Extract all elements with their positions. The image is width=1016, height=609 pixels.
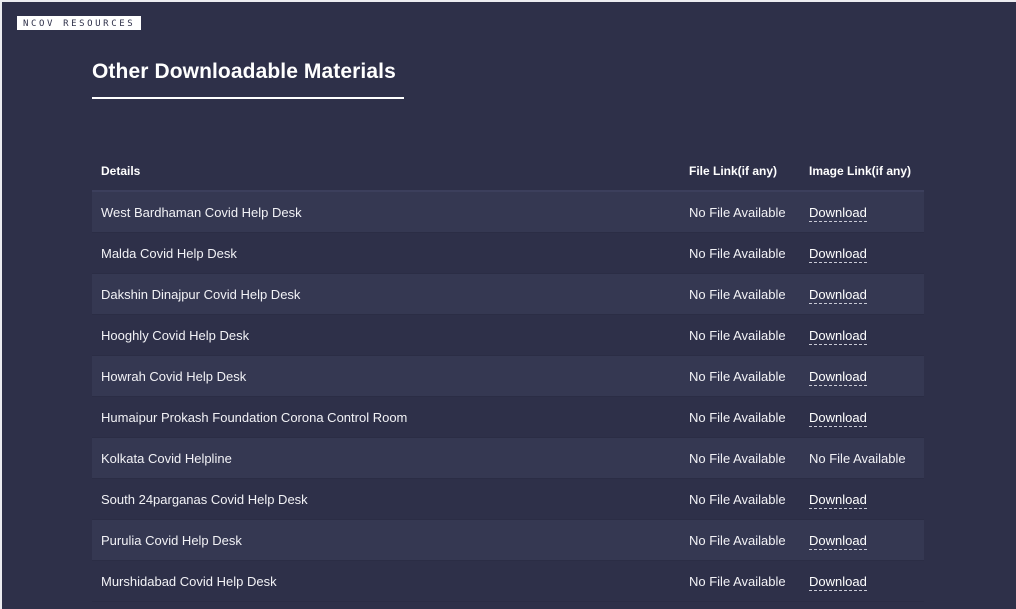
materials-table-container: Details File Link(if any) Image Link(if … [92, 152, 924, 602]
cell-details: Hooghly Covid Help Desk [92, 314, 680, 356]
cell-details: Dakshin Dinajpur Covid Help Desk [92, 273, 680, 315]
site-logo-label: NCOV RESOURCES [23, 19, 136, 29]
materials-table: Details File Link(if any) Image Link(if … [92, 152, 924, 602]
column-header-image-link: Image Link(if any) [800, 152, 924, 192]
cell-image-link: Download [800, 560, 924, 602]
table-row: Howrah Covid Help Desk No File Available D… [92, 355, 924, 397]
cell-image-link: Download [800, 355, 924, 397]
cell-details: Kolkata Covid Helpline [92, 437, 680, 479]
table-row: Malda Covid Help Desk No File Available Do… [92, 232, 924, 274]
download-link[interactable]: Download [809, 245, 867, 263]
cell-image-link: No File Available [800, 437, 924, 479]
table-header-row: Details File Link(if any) Image Link(if … [92, 152, 924, 192]
download-link[interactable]: Download [809, 409, 867, 427]
cell-file-link: No File Available [680, 519, 800, 561]
cell-details: Purulia Covid Help Desk [92, 519, 680, 561]
table-row: Kolkata Covid Helpline No File Available N… [92, 437, 924, 479]
title-underline [92, 97, 404, 99]
table-row: Humaipur Prokash Foundation Corona Contr… [92, 396, 924, 438]
table-row: West Bardhaman Covid Help Desk No File Av… [92, 191, 924, 233]
page-frame: NCOV RESOURCES Other Downloadable Materi… [0, 0, 1016, 609]
section-title: Other Downloadable Materials [92, 60, 396, 83]
download-link[interactable]: Download [809, 491, 867, 509]
cell-details: Malda Covid Help Desk [92, 232, 680, 274]
table-row: Purulia Covid Help Desk No File Available… [92, 519, 924, 561]
download-link[interactable]: Download [809, 204, 867, 222]
cell-file-link: No File Available [680, 273, 800, 315]
cell-image-link: Download [800, 396, 924, 438]
cell-file-link: No File Available [680, 314, 800, 356]
table-row: Murshidabad Covid Help Desk No File Avail… [92, 560, 924, 602]
download-link[interactable]: Download [809, 573, 867, 591]
cell-image-link: Download [800, 478, 924, 520]
cell-image-link: Download [800, 314, 924, 356]
download-link[interactable]: Download [809, 368, 867, 386]
cell-details: West Bardhaman Covid Help Desk [92, 191, 680, 233]
cell-details: Howrah Covid Help Desk [92, 355, 680, 397]
cell-image-link: Download [800, 191, 924, 233]
table-body: West Bardhaman Covid Help Desk No File Av… [92, 191, 924, 602]
cell-details: Murshidabad Covid Help Desk [92, 560, 680, 602]
cell-file-link: No File Available [680, 396, 800, 438]
cell-file-link: No File Available [680, 560, 800, 602]
table-row: South 24parganas Covid Help Desk No File … [92, 478, 924, 520]
table-row: Hooghly Covid Help Desk No File Available… [92, 314, 924, 356]
column-header-file-link: File Link(if any) [680, 152, 800, 192]
cell-image-link: Download [800, 273, 924, 315]
column-header-details: Details [92, 152, 680, 192]
cell-image-link: Download [800, 232, 924, 274]
site-logo[interactable]: NCOV RESOURCES [16, 15, 143, 31]
download-link[interactable]: Download [809, 532, 867, 550]
cell-file-link: No File Available [680, 355, 800, 397]
cell-details: Humaipur Prokash Foundation Corona Contr… [92, 396, 680, 438]
cell-details: South 24parganas Covid Help Desk [92, 478, 680, 520]
download-link[interactable]: Download [809, 286, 867, 304]
cell-file-link: No File Available [680, 478, 800, 520]
table-row: Dakshin Dinajpur Covid Help Desk No File … [92, 273, 924, 315]
cell-image-link: Download [800, 519, 924, 561]
download-link[interactable]: Download [809, 327, 867, 345]
cell-file-link: No File Available [680, 437, 800, 479]
cell-file-link: No File Available [680, 191, 800, 233]
cell-file-link: No File Available [680, 232, 800, 274]
